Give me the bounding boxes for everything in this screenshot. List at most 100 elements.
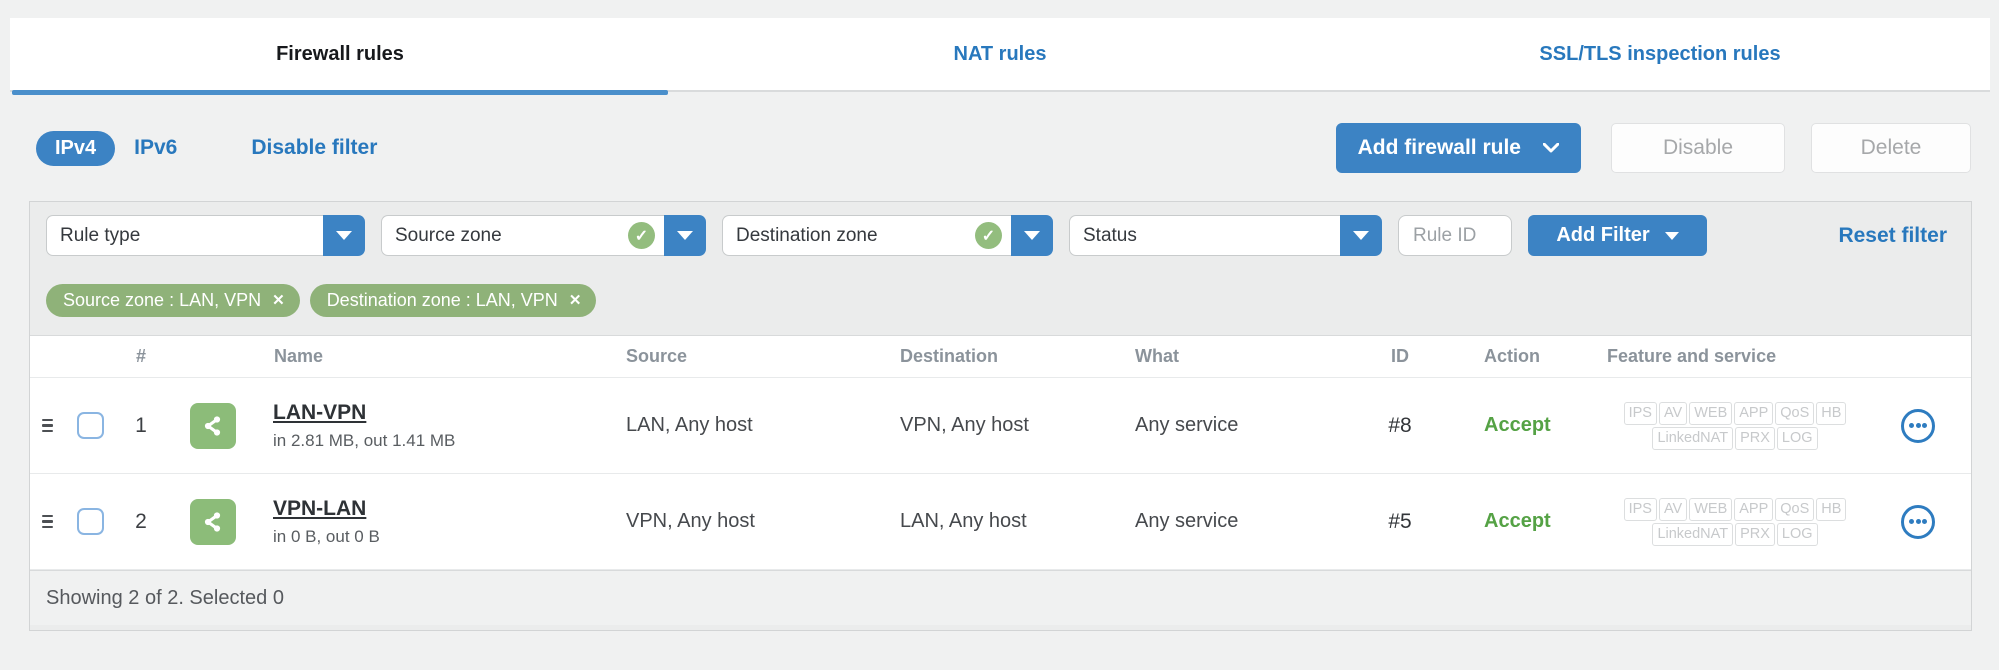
feature-badge: HB <box>1816 497 1847 521</box>
rule-what: Any service <box>1135 510 1239 532</box>
row-checkbox[interactable] <box>76 412 104 439</box>
tab-nat-rules[interactable]: NAT rules <box>670 18 1330 90</box>
feature-badge: APP <box>1734 497 1774 521</box>
remove-filter-icon[interactable]: ✕ <box>272 293 285 308</box>
rule-action: Accept <box>1484 510 1551 532</box>
rule-traffic-stats: in 0 B, out 0 B <box>273 526 380 546</box>
column-header-destination: Destination <box>900 346 999 366</box>
rule-source: LAN, Any host <box>626 414 753 436</box>
rule-id: #5 <box>1388 509 1412 533</box>
rule-type-dropdown-button[interactable] <box>323 215 365 256</box>
feature-badges: IPS AV WEB APP QoS HB LinkedNAT PRX LOG <box>1604 497 1866 547</box>
filter-chip-destination-zone: Destination zone : LAN, VPN ✕ <box>309 284 597 317</box>
column-header-number: # <box>135 346 146 366</box>
drag-handle-icon[interactable] <box>41 514 53 529</box>
status-filter-label: Status <box>1083 224 1137 246</box>
rule-action: Accept <box>1484 414 1551 436</box>
feature-badge: QoS <box>1775 497 1815 521</box>
more-options-icon[interactable] <box>1901 408 1935 443</box>
rule-destination: VPN, Any host <box>900 414 1029 436</box>
rule-id: #8 <box>1388 413 1412 437</box>
source-zone-filter-dropdown[interactable]: Source zone ✓ <box>381 215 706 256</box>
disable-filter-link[interactable]: Disable filter <box>251 136 377 160</box>
active-filter-chips: Source zone : LAN, VPN ✕ Destination zon… <box>46 284 1971 317</box>
feature-badge: LOG <box>1776 522 1818 546</box>
filter-chip-label: Source zone : LAN, VPN <box>63 290 262 310</box>
column-header-feature-service: Feature and service <box>1607 346 1777 366</box>
source-zone-dropdown-button[interactable] <box>664 215 706 256</box>
showing-selected-status: Showing 2 of 2. Selected 0 <box>46 586 284 609</box>
feature-badge: APP <box>1734 401 1774 425</box>
filter-applied-check-icon: ✓ <box>975 222 1002 249</box>
feature-badge: LinkedNAT <box>1652 522 1734 546</box>
feature-badge: WEB <box>1689 401 1733 425</box>
column-header-what: What <box>1135 346 1179 366</box>
rule-destination: LAN, Any host <box>900 510 1027 532</box>
filter-chip-source-zone: Source zone : LAN, VPN ✕ <box>46 284 300 317</box>
feature-badge: IPS <box>1623 497 1657 521</box>
network-rule-share-icon <box>190 402 236 449</box>
source-zone-filter-label: Source zone <box>395 224 502 246</box>
column-header-action: Action <box>1484 346 1540 366</box>
triangle-down-icon <box>1353 231 1369 240</box>
reset-filter-link[interactable]: Reset filter <box>1838 224 1947 248</box>
tab-ssl-tls-inspection-rules[interactable]: SSL/TLS inspection rules <box>1330 18 1990 90</box>
row-checkbox[interactable] <box>76 508 104 535</box>
feature-badge: WEB <box>1689 497 1733 521</box>
chevron-down-icon <box>1543 143 1559 153</box>
table-header-row: # Name Source Destination What ID Action… <box>30 336 1971 378</box>
add-filter-button[interactable]: Add Filter <box>1528 215 1707 256</box>
filter-applied-check-icon: ✓ <box>628 222 655 249</box>
row-number: 1 <box>135 413 147 437</box>
rule-source: VPN, Any host <box>626 510 755 532</box>
feature-badge: LOG <box>1776 426 1818 450</box>
source-zone-filter-value: Source zone ✓ <box>381 215 664 256</box>
status-filter-value: Status ✓ <box>1069 215 1340 256</box>
triangle-down-icon <box>1024 231 1040 240</box>
rule-type-filter-value: Rule type ✓ <box>46 215 323 256</box>
add-firewall-rule-button[interactable]: Add firewall rule <box>1335 123 1581 173</box>
disable-button[interactable]: Disable <box>1611 123 1785 173</box>
feature-badge: LinkedNAT <box>1652 426 1734 450</box>
filter-row: Rule type ✓ Source zone ✓ Destination zo… <box>30 202 1971 256</box>
triangle-down-icon <box>677 231 693 240</box>
rule-what: Any service <box>1135 414 1239 436</box>
more-options-icon[interactable] <box>1901 504 1935 539</box>
feature-badge: PRX <box>1735 426 1775 450</box>
status-dropdown-button[interactable] <box>1340 215 1382 256</box>
rule-type-filter-dropdown[interactable]: Rule type ✓ <box>46 215 365 256</box>
ipv4-toggle[interactable]: IPv4 <box>36 130 116 166</box>
rule-name-link[interactable]: LAN-VPN <box>273 401 366 425</box>
destination-zone-filter-value: Destination zone ✓ <box>722 215 1011 256</box>
table-footer: Showing 2 of 2. Selected 0 <box>30 570 1971 625</box>
rule-id-input[interactable] <box>1398 215 1512 256</box>
add-firewall-rule-label: Add firewall rule <box>1357 136 1521 159</box>
destination-zone-filter-dropdown[interactable]: Destination zone ✓ <box>722 215 1053 256</box>
drag-handle-icon[interactable] <box>41 418 53 433</box>
column-header-source: Source <box>626 346 688 366</box>
remove-filter-icon[interactable]: ✕ <box>569 293 582 308</box>
feature-badge: AV <box>1658 401 1688 425</box>
add-filter-label: Add Filter <box>1556 224 1650 246</box>
triangle-down-icon <box>1664 231 1679 240</box>
firewall-rules-panel: Rule type ✓ Source zone ✓ Destination zo… <box>29 201 1972 631</box>
rule-type-filter-label: Rule type <box>60 224 141 246</box>
feature-badge: HB <box>1816 401 1847 425</box>
delete-button[interactable]: Delete <box>1811 123 1971 173</box>
toolbar: IPv4 IPv6 Disable filter Add firewall ru… <box>36 122 1971 174</box>
triangle-down-icon <box>336 231 352 240</box>
ipv6-toggle[interactable]: IPv6 <box>134 136 177 160</box>
network-rule-share-icon <box>190 498 236 545</box>
status-filter-dropdown[interactable]: Status ✓ <box>1069 215 1382 256</box>
feature-badges: IPS AV WEB APP QoS HB LinkedNAT PRX LOG <box>1604 401 1866 451</box>
feature-badge: PRX <box>1735 522 1775 546</box>
rule-name-link[interactable]: VPN-LAN <box>273 497 366 521</box>
destination-zone-dropdown-button[interactable] <box>1011 215 1053 256</box>
firewall-rules-table: # Name Source Destination What ID Action… <box>30 335 1971 625</box>
rule-traffic-stats: in 2.81 MB, out 1.41 MB <box>273 430 456 450</box>
tab-firewall-rules[interactable]: Firewall rules <box>10 18 670 95</box>
filter-chip-label: Destination zone : LAN, VPN <box>326 290 558 310</box>
column-header-name: Name <box>274 346 324 366</box>
rule-type-tabbar: Firewall rules NAT rules SSL/TLS inspect… <box>10 18 1990 95</box>
feature-badge: IPS <box>1623 401 1657 425</box>
